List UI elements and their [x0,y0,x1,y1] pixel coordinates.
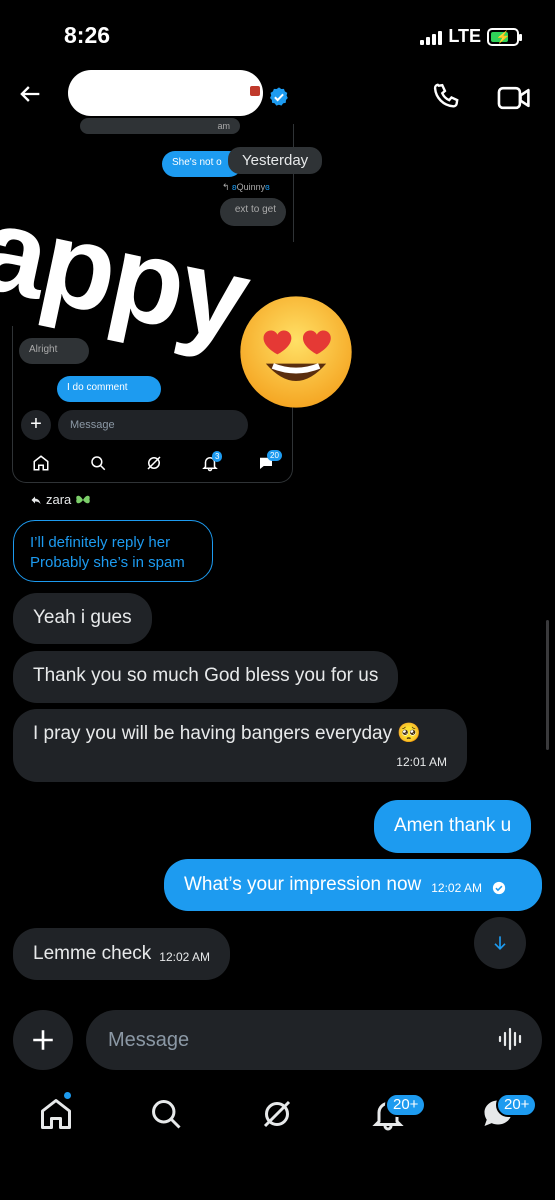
battery-icon: ⚡ [487,27,522,46]
arrow-down-icon [494,936,506,951]
message-text: What’s your impression now [184,874,422,895]
mini-messages-badge: 20 [267,450,282,461]
name-emoji-icon [250,86,260,96]
mini-sent-message: I do comment [67,382,128,393]
reply-author-name: zara [46,492,72,507]
search-icon[interactable] [148,1096,184,1132]
message-timestamp: 12:01 AM [396,755,447,769]
message-text: Yeah i gues [33,607,132,628]
scrollbar[interactable] [546,620,549,750]
status-indicators: LTE ⚡ [420,26,522,47]
mini-grok-icon [147,456,161,470]
read-receipt-icon [492,881,506,894]
quoted-line-1: I’ll definitely reply her [30,534,171,551]
mini-message-text: ext to get [234,204,276,215]
notifications-badge: 20+ [385,1093,427,1117]
message-timestamp: 12:02 AM [159,950,210,964]
date-divider: Yesterday [228,147,323,174]
message-bubble-incoming[interactable]: I pray you will be having bangers everyd… [13,709,467,782]
network-type: LTE [448,26,481,46]
video-call-icon[interactable] [497,84,531,112]
mini-notification-badge: 3 [212,451,223,462]
status-time: 8:26 [64,22,111,48]
verified-badge-icon [270,87,288,106]
mini-message-input: Message [58,410,248,440]
mini-sent-message: She's not o [172,157,222,168]
heart-eyes-emoji-icon [240,296,352,408]
message-timestamp: 12:02 AM [431,881,482,895]
messages-badge: 20+ [496,1093,538,1117]
phone-call-icon[interactable] [430,82,462,114]
mini-bottom-nav: 3 20 [13,450,292,478]
quoted-message[interactable]: I’ll definitely reply her Probably she’s… [13,520,213,582]
add-attachment-button[interactable] [13,1010,73,1070]
butterfly-emoji-icon [76,495,91,503]
quoted-line-2: Probably she’s in spam [30,554,185,571]
message-text: Amen thank u [394,815,512,836]
message-bubble-outgoing[interactable]: Amen thank u [374,800,532,853]
mini-home-icon [33,455,49,471]
home-icon[interactable] [38,1096,74,1132]
mini-reply-label: ↰ ʚQuinnyɞ [222,182,270,192]
grok-icon[interactable] [259,1096,295,1132]
message-text: Lemme check [33,943,152,964]
message-text: I pray you will be having bangers everyd… [33,723,422,744]
reply-arrow-icon [31,496,41,504]
signal-icon [420,29,443,45]
home-notification-dot [63,1091,72,1100]
message-bubble-outgoing[interactable]: What’s your impression now 12:02 AM [164,859,542,911]
message-bubble-incoming[interactable]: Lemme check 12:02 AM [13,928,230,980]
message-text: Thank you so much God bless you for us [33,665,379,686]
contact-name-redacted[interactable] [68,70,263,116]
plus-icon [33,1030,53,1050]
reply-author-label: zara [30,492,91,507]
mini-search-icon [91,456,106,471]
voice-message-icon[interactable] [498,1026,524,1052]
scroll-to-bottom-button[interactable] [474,917,526,969]
message-bubble-incoming[interactable]: Thank you so much God bless you for us [13,651,399,703]
message-input-placeholder: Message [108,1029,190,1051]
message-input[interactable]: Message [86,1010,542,1070]
mini-message-text: am [217,121,230,131]
mini-add-button: + [21,410,51,440]
back-arrow-icon[interactable] [16,80,44,108]
message-bubble-incoming[interactable]: Yeah i gues [13,593,152,644]
mini-message-text: Alright [29,344,58,355]
